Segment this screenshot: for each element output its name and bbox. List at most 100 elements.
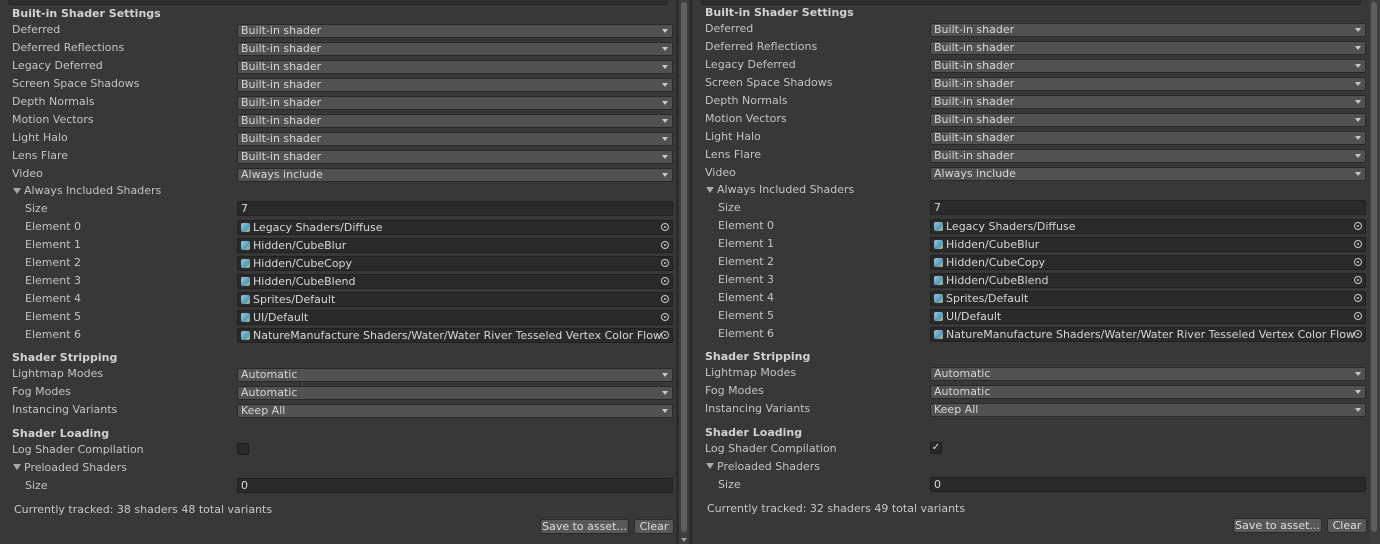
builtin-setting-dropdown[interactable]: Built-in shader [237,96,673,110]
foldout-arrow-icon[interactable] [13,188,21,194]
shader-object-field[interactable]: Hidden/CubeBlend [930,273,1366,288]
save-to-asset-button[interactable]: Save to asset... [540,519,629,534]
preloaded-size-field[interactable]: 0 [930,477,1366,492]
object-picker-icon[interactable] [661,241,669,249]
foldout-arrow-icon[interactable] [706,463,714,469]
object-picker-icon[interactable] [661,295,669,303]
stripping-setting-dropdown[interactable]: Automatic [237,386,673,400]
shader-icon [934,222,943,231]
stripping-setting-dropdown[interactable]: Keep All [237,404,673,418]
save-to-asset-button[interactable]: Save to asset... [1233,518,1322,533]
left-scrollbar[interactable] [679,0,689,544]
foldout-arrow-icon[interactable] [706,187,714,193]
dropdown-value: Built-in shader [934,113,1015,126]
builtin-setting-dropdown[interactable]: Built-in shader [237,78,673,92]
builtin-setting-label: Video [12,167,43,180]
shader-object-field[interactable]: Sprites/Default [930,291,1366,306]
builtin-setting-dropdown[interactable]: Built-in shader [237,132,673,146]
preloaded-size-label: Size [718,478,741,491]
array-size-field[interactable]: 7 [237,201,673,216]
element-label: Element 3 [25,274,82,287]
preloaded-size-field[interactable]: 0 [237,478,673,493]
element-label: Element 2 [718,255,775,268]
stripping-setting-dropdown[interactable]: Automatic [930,385,1366,399]
object-picker-icon[interactable] [661,313,669,321]
element-label: Element 0 [718,219,775,232]
builtin-setting-dropdown[interactable]: Always include [930,167,1366,181]
builtin-setting-dropdown[interactable]: Built-in shader [237,42,673,56]
builtin-setting-label: Motion Vectors [12,113,94,126]
object-picker-icon[interactable] [1354,312,1362,320]
dropdown-arrow-icon [1355,28,1361,32]
stripping-setting-dropdown[interactable]: Keep All [930,403,1366,417]
object-picker-icon[interactable] [1354,330,1362,338]
object-picker-icon[interactable] [661,331,669,339]
right-scrollbar[interactable] [1369,0,1380,544]
shader-name: Hidden/CubeCopy [946,256,1046,269]
builtin-setting-dropdown[interactable]: Built-in shader [237,114,673,128]
builtin-setting-dropdown[interactable]: Built-in shader [237,60,673,74]
object-picker-icon[interactable] [661,223,669,231]
builtin-setting-dropdown[interactable]: Built-in shader [237,24,673,38]
object-picker-icon[interactable] [1354,258,1362,266]
dropdown-arrow-icon [662,391,668,395]
log-shader-compilation-checkbox[interactable]: ✓ [930,442,942,454]
shader-object-field[interactable]: UI/Default [930,309,1366,324]
shader-object-field[interactable]: Hidden/CubeBlend [237,274,673,289]
object-picker-icon[interactable] [1354,276,1362,284]
shader-icon [241,259,250,268]
log-shader-compilation-checkbox[interactable] [237,443,249,455]
object-picker-icon[interactable] [1354,294,1362,302]
dropdown-value: Built-in shader [934,77,1015,90]
shader-object-field[interactable]: Legacy Shaders/Diffuse [237,220,673,235]
builtin-setting-dropdown[interactable]: Built-in shader [930,113,1366,127]
builtin-setting-dropdown[interactable]: Always include [237,168,673,182]
shader-object-field[interactable]: NatureManufacture Shaders/Water/Water Ri… [930,327,1366,342]
tracked-shaders-status: Currently tracked: 38 shaders 48 total v… [14,503,273,516]
dropdown-arrow-icon [662,29,668,33]
preloaded-shaders-foldout[interactable]: Preloaded Shaders [717,460,820,473]
dropdown-value: Built-in shader [934,23,1015,36]
builtin-setting-dropdown[interactable]: Built-in shader [930,41,1366,55]
stripping-setting-dropdown[interactable]: Automatic [237,368,673,382]
builtin-setting-dropdown[interactable]: Built-in shader [930,95,1366,109]
builtin-setting-dropdown[interactable]: Built-in shader [930,149,1366,163]
builtin-setting-dropdown[interactable]: Built-in shader [930,23,1366,37]
shader-name: NatureManufacture Shaders/Water/Water Ri… [253,329,662,342]
clear-button[interactable]: Clear [634,519,674,534]
scroll-down-arrow-icon[interactable] [681,538,687,542]
builtin-setting-dropdown[interactable]: Built-in shader [237,150,673,164]
shader-name: Hidden/CubeBlur [253,239,347,252]
preloaded-shaders-foldout[interactable]: Preloaded Shaders [24,461,127,474]
object-picker-icon[interactable] [661,277,669,285]
shader-object-field[interactable]: Hidden/CubeCopy [930,255,1366,270]
always-included-shaders-foldout[interactable]: Always Included Shaders [24,184,161,197]
shader-object-field[interactable]: Sprites/Default [237,292,673,307]
shader-object-field[interactable]: Legacy Shaders/Diffuse [930,219,1366,234]
left-scrollbar-thumb[interactable] [681,2,687,532]
object-picker-icon[interactable] [661,259,669,267]
foldout-arrow-icon[interactable] [13,464,21,470]
shader-name: UI/Default [946,310,1002,323]
shader-object-field[interactable]: UI/Default [237,310,673,325]
builtin-setting-dropdown[interactable]: Built-in shader [930,77,1366,91]
always-included-shaders-foldout[interactable]: Always Included Shaders [717,183,854,196]
shader-object-field[interactable]: Hidden/CubeBlur [237,238,673,253]
object-picker-icon[interactable] [1354,240,1362,248]
shader-object-field[interactable]: NatureManufacture Shaders/Water/Water Ri… [237,328,673,343]
builtin-setting-dropdown[interactable]: Built-in shader [930,59,1366,73]
object-picker-icon[interactable] [1354,222,1362,230]
array-size-field[interactable]: 7 [930,200,1366,215]
right-scrollbar-thumb[interactable] [1371,2,1377,532]
stripping-setting-dropdown[interactable]: Automatic [930,367,1366,381]
shader-object-field[interactable]: Hidden/CubeBlur [930,237,1366,252]
clear-button[interactable]: Clear [1327,518,1367,533]
builtin-shader-settings-header: Built-in Shader Settings [705,6,854,19]
dropdown-arrow-icon [662,83,668,87]
shader-object-field[interactable]: Hidden/CubeCopy [237,256,673,271]
dropdown-value: Automatic [241,386,298,399]
element-label: Element 3 [718,273,775,286]
dropdown-value: Automatic [934,385,991,398]
element-label: Element 5 [25,310,82,323]
builtin-setting-dropdown[interactable]: Built-in shader [930,131,1366,145]
